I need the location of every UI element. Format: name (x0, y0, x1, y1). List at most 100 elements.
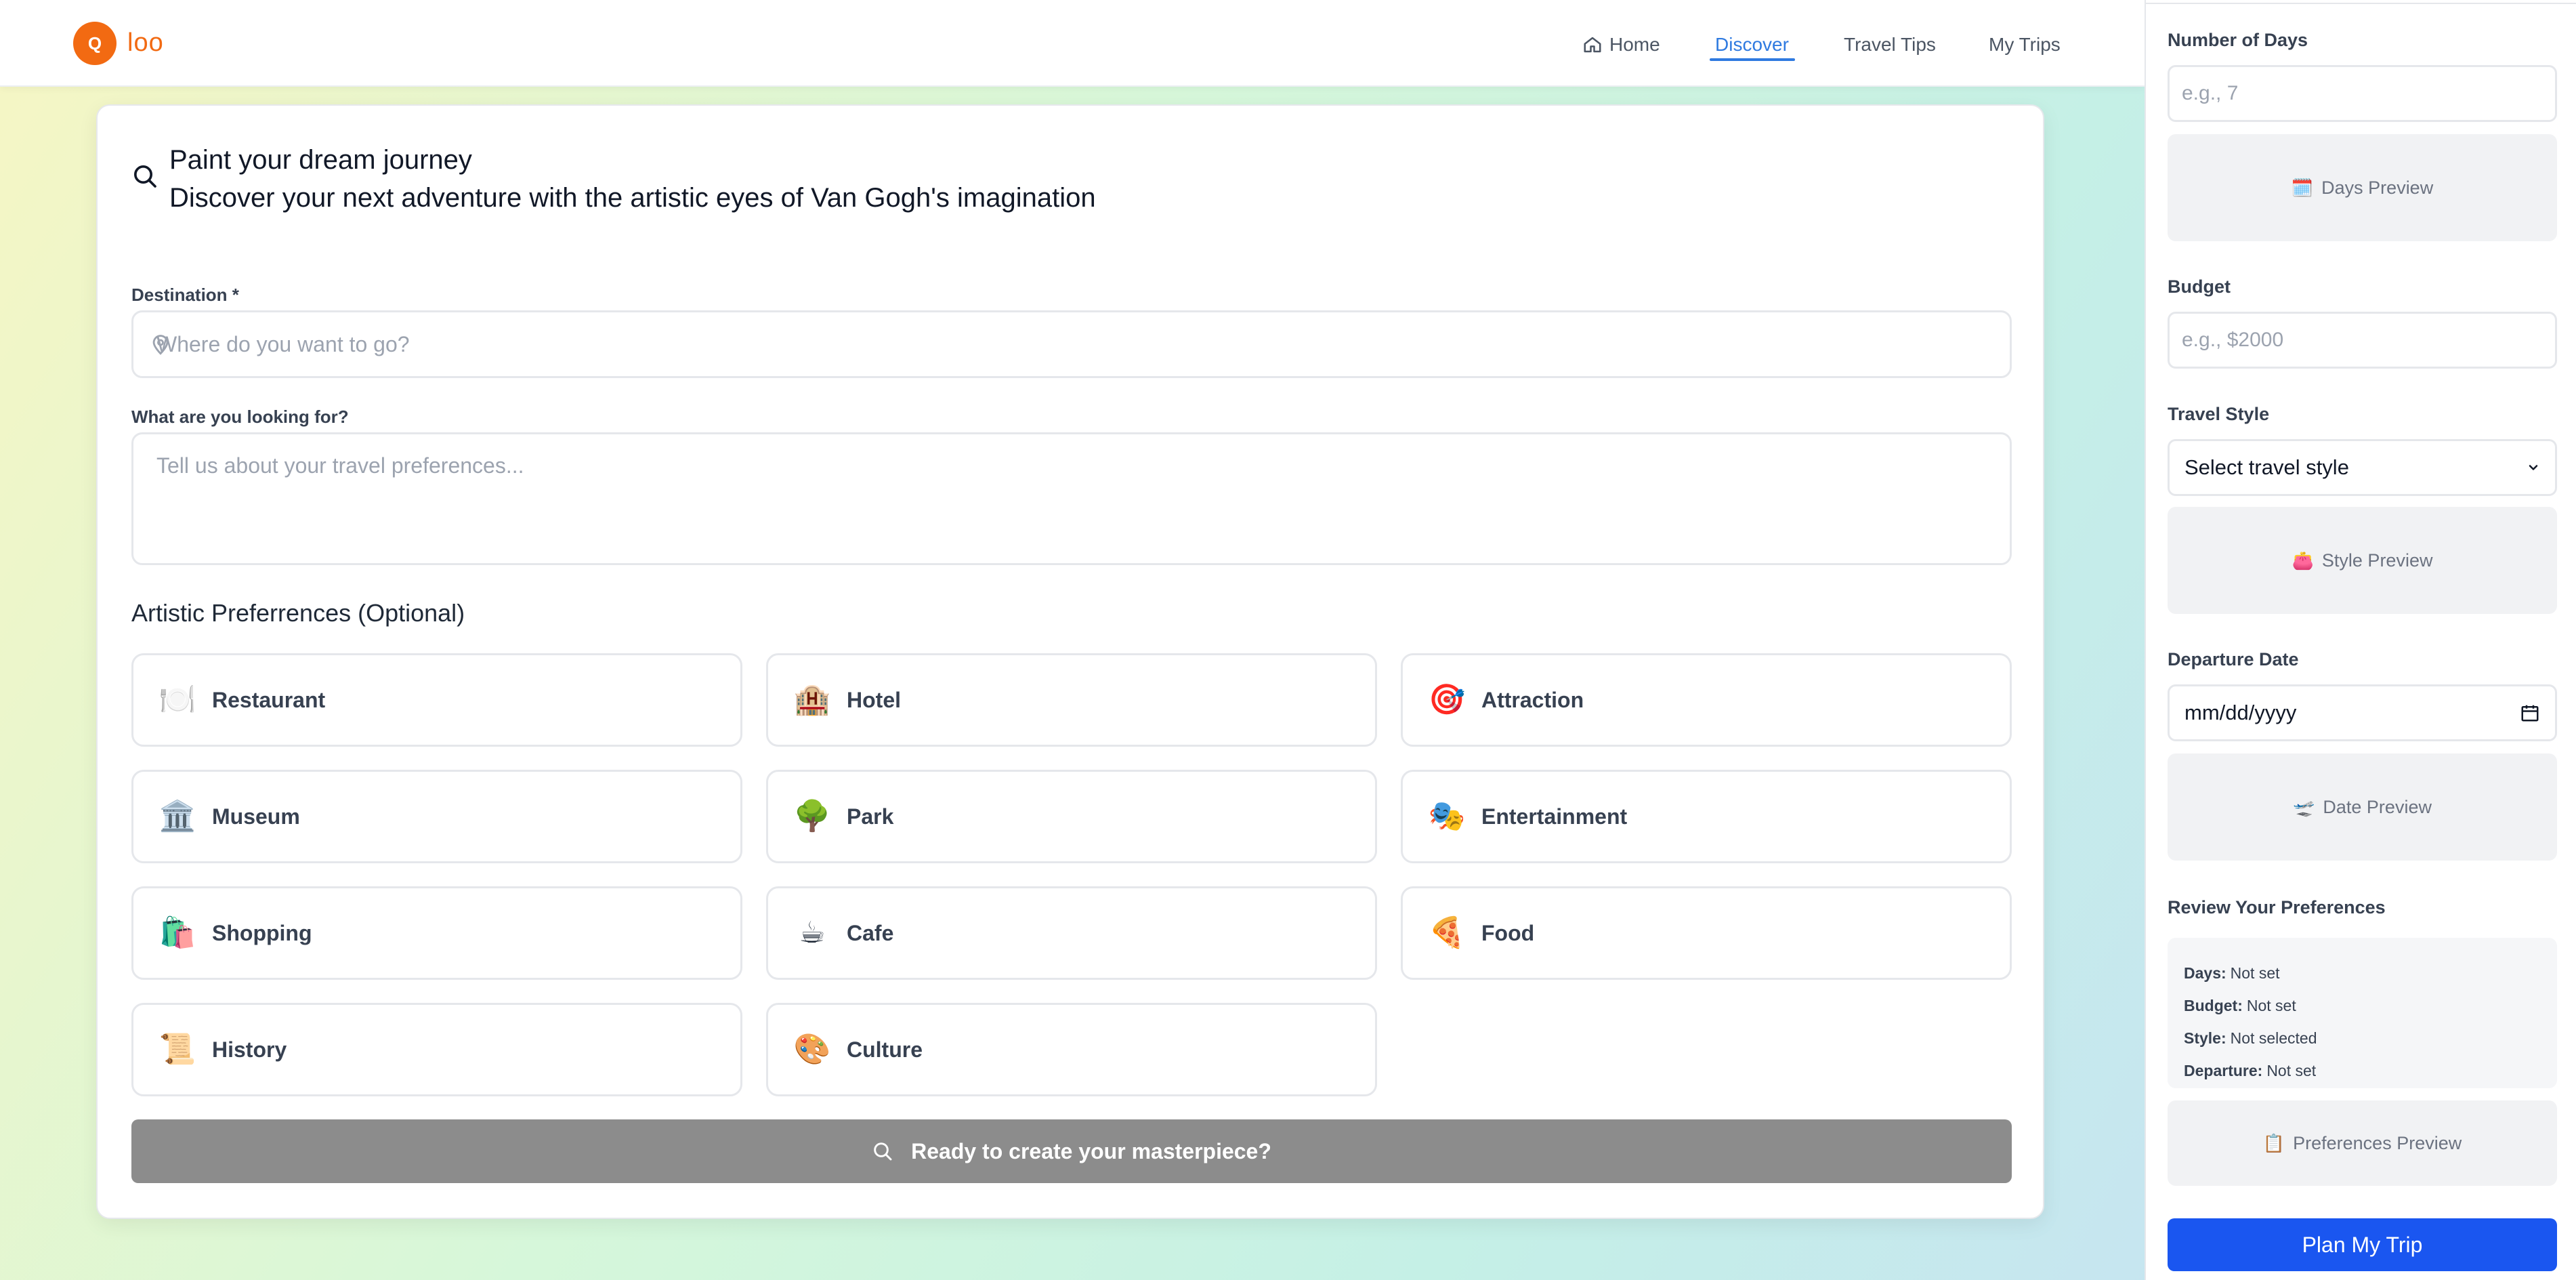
review-style-key: Style: (2184, 1029, 2226, 1047)
create-masterpiece-button[interactable]: Ready to create your masterpiece? (131, 1119, 2012, 1183)
museum-icon: 🏛️ (159, 800, 196, 833)
pref-entertainment[interactable]: 🎭 Entertainment (1401, 770, 2012, 863)
travel-style-value: Select travel style (2184, 455, 2349, 479)
pref-label: Culture (847, 1037, 923, 1062)
plan-my-trip-button[interactable]: Plan My Trip (2168, 1218, 2557, 1271)
pizza-icon: 🍕 (1428, 916, 1466, 949)
review-style: Style: Not selected (2184, 1022, 2541, 1054)
coffee-icon: ☕ (799, 916, 826, 949)
pref-attraction[interactable]: 🎯 Attraction (1401, 653, 2012, 747)
theater-masks-icon: 🎭 (1428, 800, 1466, 833)
pref-park[interactable]: 🌳 Park (766, 770, 1377, 863)
review-days: Days: Not set (2184, 957, 2541, 989)
top-nav-bar: Q loo Home Discover Travel Tips My Trips (0, 0, 2145, 87)
hero-title: Paint your dream journey (169, 145, 472, 175)
pref-culture[interactable]: 🎨 Culture (766, 1003, 1377, 1096)
calendar-icon[interactable] (2520, 703, 2540, 723)
review-departure-value: Not set (2266, 1061, 2317, 1079)
main-nav: Home Discover Travel Tips My Trips (0, 26, 2145, 66)
pref-label: Entertainment (1481, 804, 1628, 829)
plate-icon: 🍽️ (159, 683, 196, 716)
pref-label: Restaurant (212, 687, 326, 712)
pref-hotel[interactable]: 🏨 Hotel (766, 653, 1377, 747)
pref-label: Hotel (847, 687, 901, 712)
pref-label: Shopping (212, 920, 312, 945)
search-icon (134, 165, 156, 188)
preferences-title: Artistic Preferrences (Optional) (131, 599, 465, 627)
review-budget-key: Budget: (2184, 996, 2243, 1014)
pref-label: Cafe (847, 920, 894, 945)
chevron-down-icon (2529, 465, 2538, 470)
clipboard-icon: 📋 (2262, 1132, 2285, 1153)
pref-label: Food (1481, 920, 1535, 945)
review-title: Review Your Preferences (2168, 897, 2386, 917)
pref-history[interactable]: 📜 History (131, 1003, 742, 1096)
review-style-value: Not selected (2230, 1029, 2317, 1047)
hotel-icon: 🏨 (793, 683, 831, 716)
pref-restaurant[interactable]: 🍽️ Restaurant (131, 653, 742, 747)
sidebar-top-divider (2146, 0, 2576, 4)
preferences-preview: 📋 Preferences Preview (2168, 1100, 2557, 1186)
review-days-value: Not set (2230, 964, 2280, 982)
review-departure-key: Departure: (2184, 1061, 2263, 1079)
departure-date-input[interactable]: mm/dd/yyyy (2168, 684, 2557, 741)
travel-style-select[interactable]: Select travel style (2168, 439, 2557, 496)
travel-style-label: Travel Style (2168, 404, 2270, 424)
pref-label: Park (847, 804, 894, 829)
style-preview-label: Style Preview (2321, 550, 2433, 571)
search-icon (874, 1142, 892, 1161)
page: Q loo Home Discover Travel Tips My Trips (0, 0, 2576, 1280)
departure-label: Departure Date (2168, 649, 2299, 669)
calendar-icon: 🗓️ (2291, 177, 2314, 198)
preferences-grid: 🍽️ Restaurant 🏨 Hotel 🎯 Attraction 🏛️ Mu… (131, 653, 2012, 1096)
days-preview-label: Days Preview (2321, 177, 2434, 198)
date-preview-label: Date Preview (2323, 796, 2432, 817)
nav-travel-tips[interactable]: Travel Tips (1844, 26, 1936, 64)
departure-date-value: mm/dd/yyyy (2184, 701, 2297, 724)
style-preview: 👛 Style Preview (2168, 507, 2557, 614)
days-label: Number of Days (2168, 30, 2308, 50)
palette-icon: 🎨 (793, 1033, 831, 1066)
pref-cafe[interactable]: ☕ Cafe (766, 886, 1377, 980)
create-masterpiece-label: Ready to create your masterpiece? (911, 1138, 1271, 1163)
pref-food[interactable]: 🍕 Food (1401, 886, 2012, 980)
home-icon (1584, 37, 1601, 53)
destination-label: Destination * (131, 285, 239, 305)
nav-active-underline (1710, 58, 1795, 61)
nav-home[interactable]: Home (1582, 26, 1660, 64)
map-pin-icon (152, 335, 169, 355)
pref-label: Museum (212, 804, 300, 829)
pref-label: Attraction (1481, 687, 1584, 712)
shopping-bags-icon: 🛍️ (159, 916, 196, 949)
nav-home-label: Home (1609, 34, 1660, 55)
scroll-icon: 📜 (159, 1033, 196, 1066)
budget-input[interactable] (2168, 312, 2557, 369)
airplane-icon: 🛫 (2293, 796, 2315, 817)
nav-my-trips-label: My Trips (1989, 34, 2061, 55)
discover-card: Paint your dream journey Discover your n… (96, 104, 2044, 1219)
preferences-preview-label: Preferences Preview (2293, 1132, 2462, 1153)
review-summary: Days: Not set Budget: Not set Style: Not… (2168, 938, 2557, 1088)
nav-travel-tips-label: Travel Tips (1844, 34, 1936, 55)
date-preview: 🛫 Date Preview (2168, 753, 2557, 861)
review-budget-value: Not set (2246, 996, 2296, 1014)
pref-label: History (212, 1037, 287, 1062)
budget-label: Budget (2168, 276, 2231, 297)
review-days-key: Days: (2184, 964, 2226, 982)
nav-discover-label: Discover (1715, 34, 1789, 55)
pref-museum[interactable]: 🏛️ Museum (131, 770, 742, 863)
nav-my-trips[interactable]: My Trips (1989, 26, 2061, 64)
trip-planner-sidebar: Number of Days 🗓️ Days Preview Budget Tr… (2145, 0, 2576, 1280)
review-budget: Budget: Not set (2184, 989, 2541, 1022)
looking-for-label: What are you looking for? (131, 407, 349, 427)
tree-icon: 🌳 (793, 800, 831, 833)
purse-icon: 👛 (2292, 550, 2314, 571)
days-preview: 🗓️ Days Preview (2168, 134, 2557, 241)
destination-input[interactable] (131, 310, 2012, 378)
pref-shopping[interactable]: 🛍️ Shopping (131, 886, 742, 980)
looking-for-textarea[interactable] (131, 432, 2012, 565)
days-input[interactable] (2168, 65, 2557, 122)
hero-subtitle: Discover your next adventure with the ar… (169, 183, 1096, 213)
review-departure: Departure: Not set (2184, 1054, 2541, 1087)
target-icon: 🎯 (1428, 683, 1466, 716)
